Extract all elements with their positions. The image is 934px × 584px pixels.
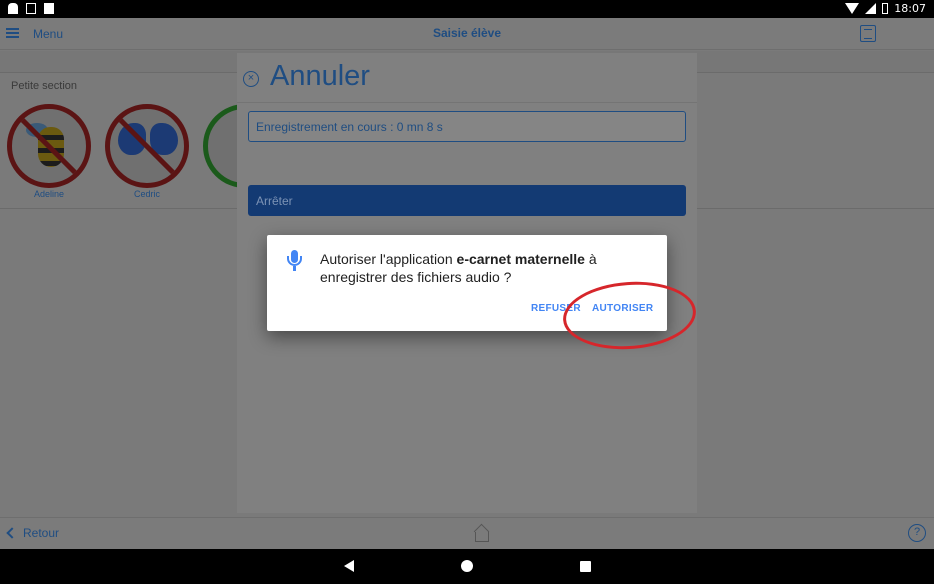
bottom-bar: Retour ? (0, 517, 934, 549)
student-name: Adeline (33, 189, 65, 199)
screen-title: Saisie élève (432, 26, 502, 40)
nav-recents-icon[interactable] (580, 561, 591, 572)
app-name: e-carnet maternelle (456, 251, 585, 267)
top-bar: Menu Saisie élève (0, 18, 934, 50)
nav-back-icon[interactable] (344, 560, 354, 572)
close-circle-icon[interactable]: × (243, 71, 259, 87)
notification-icon (8, 3, 18, 14)
nav-home-icon[interactable] (461, 560, 473, 572)
battery-icon (882, 3, 889, 14)
home-icon[interactable] (473, 524, 489, 542)
permission-message: Autoriser l'application e-carnet materne… (320, 251, 597, 285)
microphone-icon (287, 250, 302, 272)
refuse-button[interactable]: REFUSER (531, 303, 581, 314)
student-avatar (105, 104, 189, 188)
list-view-icon[interactable] (860, 25, 876, 42)
sd-card-icon (44, 3, 54, 14)
navigation-bar (0, 549, 934, 584)
student-card-cedric[interactable]: Cedric (105, 104, 191, 204)
stop-recording-button[interactable]: Arrêter (248, 185, 686, 216)
section-title: Petite section (11, 80, 78, 92)
status-time: 18:07 (894, 2, 926, 15)
back-button[interactable]: Retour (23, 526, 59, 540)
divider (237, 102, 697, 103)
help-icon[interactable]: ? (908, 524, 926, 542)
student-card-adeline[interactable]: Adeline (7, 104, 93, 204)
back-chevron-icon[interactable] (6, 527, 18, 539)
wifi-icon (845, 3, 860, 14)
signal-icon (865, 3, 877, 14)
allow-button[interactable]: AUTORISER (592, 303, 653, 314)
permission-dialog: Autoriser l'application e-carnet materne… (267, 235, 667, 331)
cancel-button[interactable]: Annuler (270, 60, 370, 93)
student-avatar (7, 104, 91, 188)
gallery-icon (26, 3, 36, 14)
status-bar: 18:07 (0, 0, 934, 18)
recording-status-field: Enregistrement en cours : 0 mn 8 s (248, 111, 686, 142)
student-name: Cedric (133, 189, 160, 199)
